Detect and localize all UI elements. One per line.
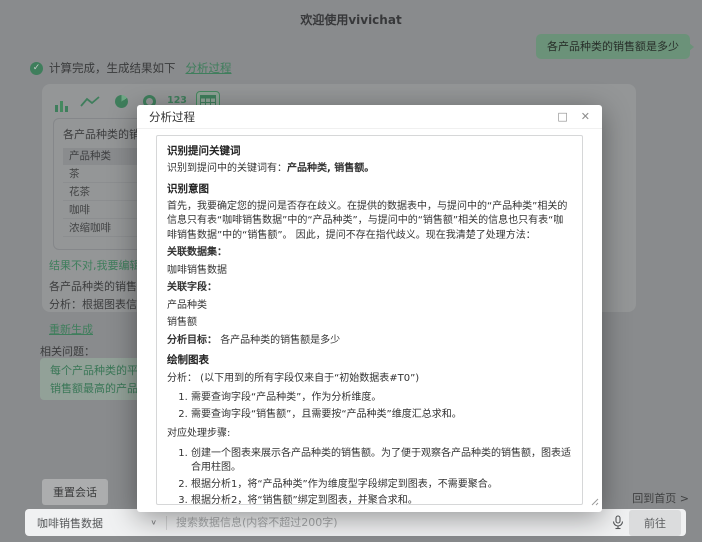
search-input[interactable] — [176, 516, 607, 529]
back-home-link[interactable]: 回到首页 > — [632, 490, 689, 506]
bar-chart-icon[interactable] — [48, 90, 74, 112]
chevron-down-icon: ∨ — [150, 519, 157, 527]
dataset-value: 咖啡销售数据 — [167, 264, 572, 279]
status-row: ✓ 计算完成，生成结果如下 分析过程 — [30, 60, 232, 76]
reset-session-button[interactable]: 重置会话 — [42, 479, 108, 505]
related-questions-label: 相关问题： — [40, 343, 95, 359]
step-item: 根据分析1，将“产品种类”作为维度型字段绑定到图表，不需要聚合。 — [191, 478, 572, 493]
resize-handle-icon[interactable] — [590, 491, 599, 510]
section-heading: 识别意图 — [167, 182, 572, 197]
modal-title: 分析过程 — [149, 109, 195, 125]
keywords-value: 产品种类, 销售额。 — [287, 163, 374, 174]
analysis-process-link[interactable]: 分析过程 — [186, 60, 232, 76]
message-input-bar: 咖啡销售数据 ∨ 前往 — [25, 509, 686, 536]
dataset-label: 关联数据集： — [167, 246, 572, 261]
pie-chart-icon[interactable] — [106, 90, 136, 112]
step-item: 根据分析2，将“销售额”绑定到图表，并聚合求和。 — [191, 494, 572, 505]
steps-label: 对应处理步骤: — [167, 427, 572, 442]
step-item: 创建一个图表来展示各产品种类的销售额。为了便于观察各产品种类的销售额，图表适合用… — [191, 447, 572, 476]
section-heading: 绘制图表 — [167, 353, 572, 368]
check-circle-icon: ✓ — [30, 62, 43, 75]
fields-label: 关联字段： — [167, 281, 572, 296]
chart-note: 分析： (以下用到的所有字段仅来自于“初始数据表#T0”) — [167, 372, 572, 387]
user-message-bubble: 各产品种类的销售额是多少 — [536, 34, 690, 59]
divider — [166, 516, 167, 530]
field-value: 销售额 — [167, 316, 572, 331]
modal-header: 分析过程 □ ✕ — [137, 105, 602, 129]
send-button[interactable]: 前往 — [629, 510, 681, 536]
app-title: 欢迎使用vivichat — [0, 11, 702, 28]
analysis-list: 需要查询字段“产品种类”，作为分析维度。 需要查询字段“销售额”，且需要按“产品… — [167, 391, 572, 422]
goal-label: 分析目标： — [167, 335, 217, 346]
intent-paragraph: 首先，我要确定您的提问是否存在歧义。在提供的数据表中，与提问中的“产品种类”相关… — [167, 200, 572, 244]
analysis-item: 需要查询字段“产品种类”，作为分析维度。 — [191, 391, 572, 406]
close-icon[interactable]: ✕ — [581, 111, 590, 122]
keywords-prefix: 识别到提问中的关键词有： — [167, 163, 287, 174]
keywords-line: 识别到提问中的关键词有：产品种类, 销售额。 — [167, 162, 572, 177]
analysis-process-modal: 分析过程 □ ✕ 识别提问关键词 识别到提问中的关键词有：产品种类, 销售额。 … — [137, 105, 602, 512]
edit-result-link[interactable]: 结果不对,我要编辑 — [49, 257, 141, 273]
microphone-icon[interactable] — [607, 515, 629, 530]
goal-line: 分析目标： 各产品种类的销售额是多少 — [167, 334, 572, 349]
dataset-selector[interactable]: 咖啡销售数据 ∨ — [37, 515, 157, 531]
field-value: 产品种类 — [167, 299, 572, 314]
goal-value: 各产品种类的销售额是多少 — [220, 335, 340, 346]
analysis-document: 识别提问关键词 识别到提问中的关键词有：产品种类, 销售额。 识别意图 首先，我… — [156, 135, 583, 505]
line-chart-icon[interactable] — [74, 90, 106, 112]
status-text: 计算完成，生成结果如下 — [49, 60, 176, 76]
dataset-selected-value: 咖啡销售数据 — [37, 515, 103, 531]
maximize-icon[interactable]: □ — [557, 111, 567, 122]
section-heading: 识别提问关键词 — [167, 144, 572, 159]
steps-list: 创建一个图表来展示各产品种类的销售额。为了便于观察各产品种类的销售额，图表适合用… — [167, 447, 572, 505]
regenerate-link[interactable]: 重新生成 — [49, 321, 93, 337]
analysis-item: 需要查询字段“销售额”，且需要按“产品种类”维度汇总求和。 — [191, 408, 572, 423]
